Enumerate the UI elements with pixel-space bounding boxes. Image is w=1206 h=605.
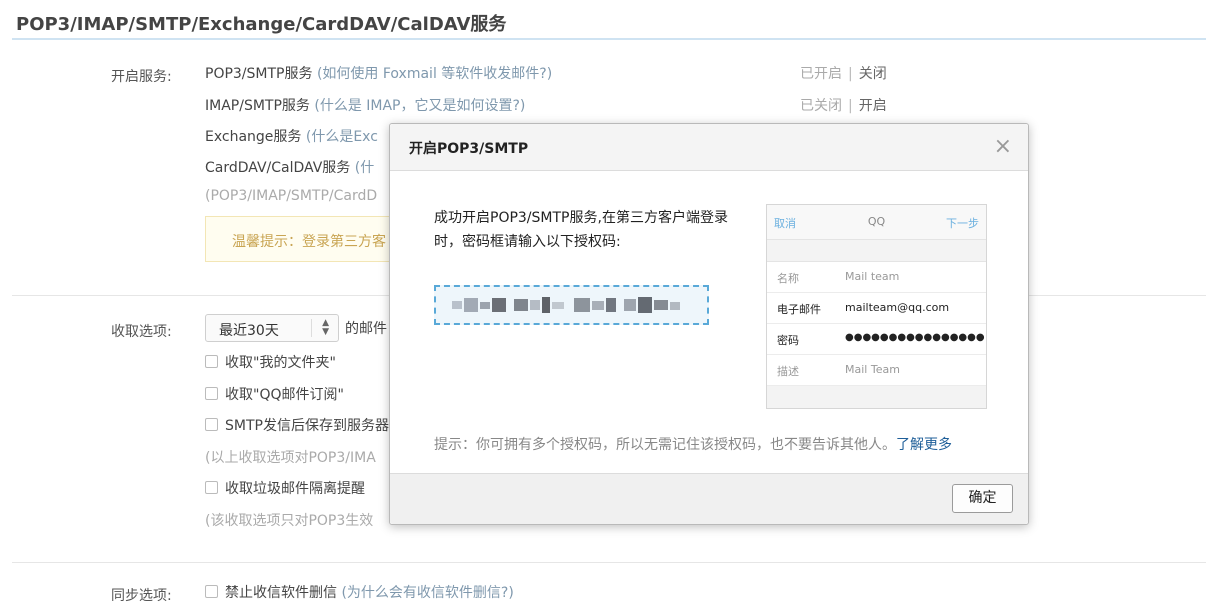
phone-preview: 取消 QQ 下一步 名称 Mail team 电子邮件 mailteam@qq.co… [766,204,987,409]
select-arrows-icon: ▲ ▼ [322,318,329,337]
service-help-link[interactable]: (如何使用 Foxmail 等软件收发邮件?) [317,66,552,82]
learn-more-link[interactable]: 了解更多 [896,437,952,453]
dialog-message: 成功开启POP3/SMTP服务,在第三方客户端登录时，密码框请输入以下授权码: [434,210,728,250]
phone-row: 名称 Mail team [767,262,986,293]
days-select[interactable]: 最近30天 ▲ ▼ [205,314,339,342]
checkbox[interactable] [205,355,218,368]
section-divider [12,562,1206,563]
checkbox[interactable] [205,387,218,400]
dialog-header: 开启POP3/SMTP × [390,124,1028,171]
sync-option-no-delete[interactable]: 禁止收信软件删信 (为什么会有收信软件删信?) [205,582,514,602]
redacted-code [452,296,688,314]
phone-row: 描述 Mail Team [767,355,986,386]
sync-help-link[interactable]: (为什么会有收信软件删信?) [341,585,513,601]
service-row-pop3: POP3/SMTP服务 (如何使用 Foxmail 等软件收发邮件?) [205,63,552,83]
service-name: IMAP/SMTP服务 [205,98,310,114]
title-divider [12,38,1206,40]
auth-code-dialog: 开启POP3/SMTP × 成功开启POP3/SMTP服务,在第三方客户端登录时… [389,123,1029,525]
services-note: (POP3/IMAP/SMTP/CardD [205,188,378,204]
service-row-imap: IMAP/SMTP服务 (什么是 IMAP，它又是如何设置?) [205,95,525,115]
close-icon[interactable]: × [994,134,1012,159]
dialog-tip: 提示：你可拥有多个授权码，所以无需记住该授权码，也不要告诉其他人。了解更多 [434,437,952,453]
services-label: 开启服务: [111,69,172,85]
phone-next: 下一步 [946,217,979,230]
auth-code-box[interactable] [434,285,709,325]
receive-label: 收取选项: [111,324,172,340]
select-suffix: 的邮件 [345,321,387,337]
sync-label: 同步选项: [111,588,172,604]
phone-form: 名称 Mail team 电子邮件 mailteam@qq.com 密码 ●●●●●●… [767,261,986,386]
service-help-link[interactable]: (什么是 IMAP，它又是如何设置?) [314,98,525,114]
receive-option-smtp-save[interactable]: SMTP发信后保存到服务器 [205,415,389,435]
receive-option-spam[interactable]: 收取垃圾邮件隔离提醒 [205,478,365,498]
status-text: 已关闭 [800,98,842,114]
service-help-link[interactable]: (什 [355,160,374,176]
close-service-link[interactable]: 关闭 [859,66,887,82]
checkbox[interactable] [205,585,218,598]
receive-option-subscription[interactable]: 收取"QQ邮件订阅" [205,384,344,404]
service-name: CardDAV/CalDAV服务 [205,160,351,176]
service-state-pop3: 已开启 | 关闭 [800,66,887,82]
page-title: POP3/IMAP/SMTP/Exchange/CardDAV/CalDAV服务 [16,14,507,35]
service-state-imap: 已关闭 | 开启 [800,98,887,114]
phone-row: 电子邮件 mailteam@qq.com [767,293,986,324]
service-help-link[interactable]: (什么是Exc [306,129,378,145]
service-row-carddav: CardDAV/CalDAV服务 (什 [205,157,374,177]
checkbox[interactable] [205,481,218,494]
warning-text: 温馨提示：登录第三方客 [232,234,386,250]
dialog-title: 开启POP3/SMTP [409,141,529,157]
service-row-exchange: Exchange服务 (什么是Exc [205,126,378,146]
checkbox[interactable] [205,418,218,431]
dialog-footer: 确定 [390,473,1028,524]
days-select-value: 最近30天 [219,323,279,339]
phone-row: 密码 ●●●●●●●●●●●●●●●● [767,324,986,355]
receive-note-2: (该收取选项只对POP3生效 [205,513,374,529]
open-service-link[interactable]: 开启 [859,98,887,114]
service-name: POP3/SMTP服务 [205,66,313,82]
ok-button[interactable]: 确定 [952,484,1013,513]
service-name: Exchange服务 [205,129,302,145]
receive-note: (以上收取选项对POP3/IMA [205,450,376,466]
phone-navbar: 取消 QQ 下一步 [767,205,986,240]
receive-option-folders[interactable]: 收取"我的文件夹" [205,352,336,372]
status-text: 已开启 [800,66,842,82]
